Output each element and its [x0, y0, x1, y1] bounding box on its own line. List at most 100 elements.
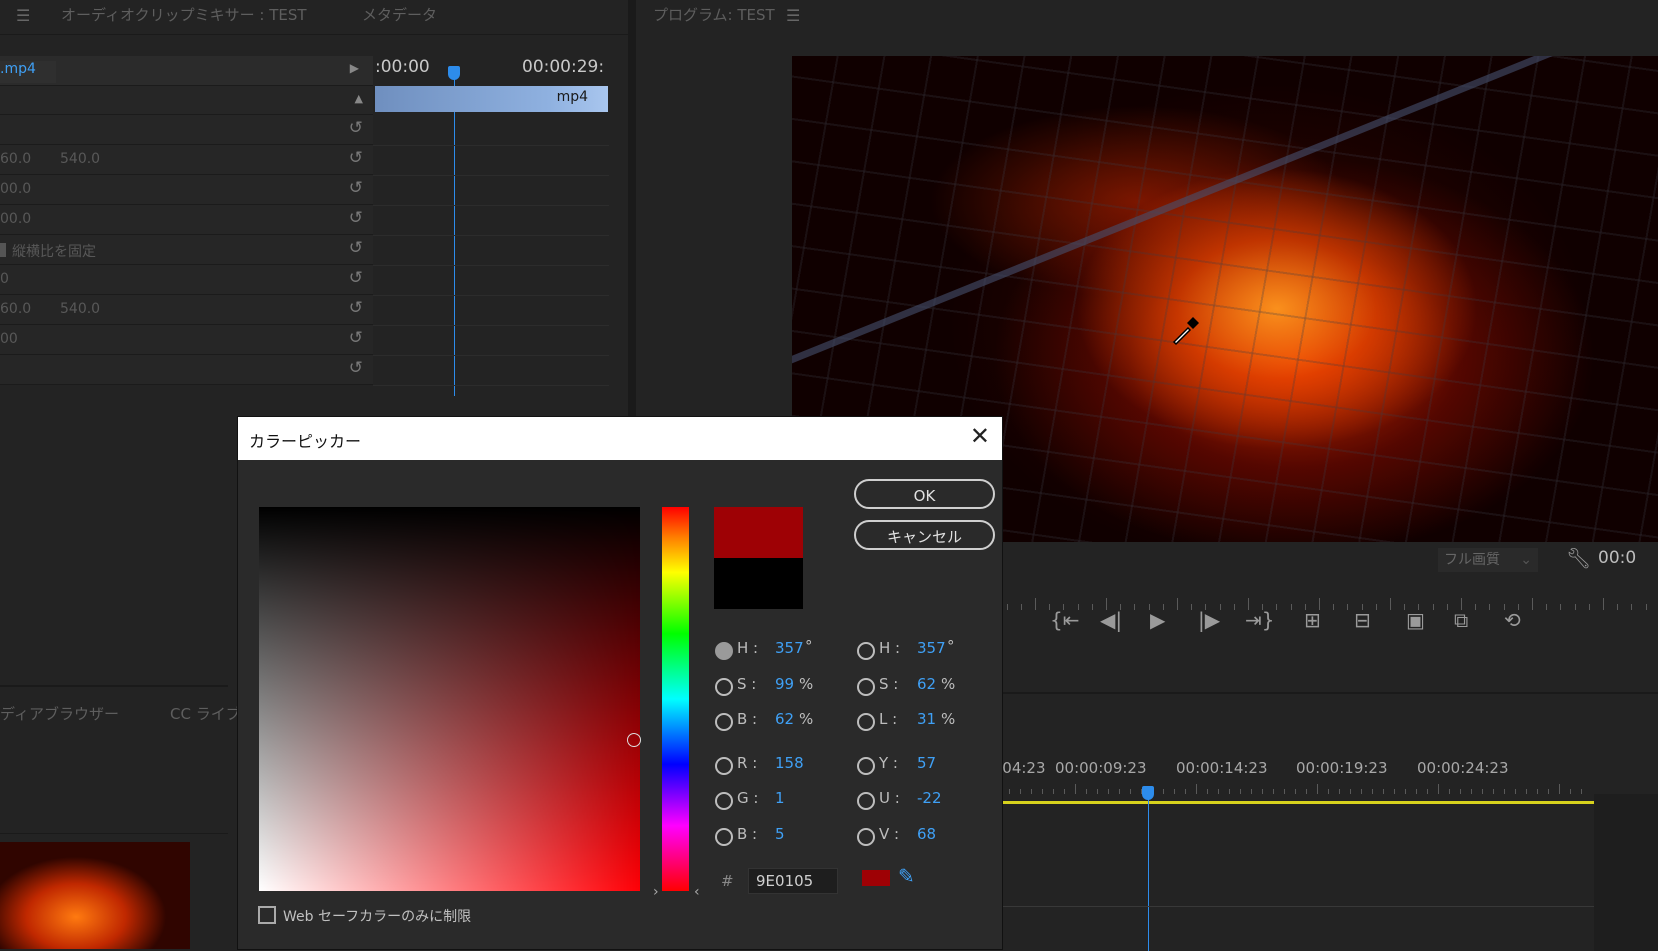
close-icon[interactable]: ✕ [970, 422, 990, 450]
ruler-tick [1035, 598, 1036, 610]
clip-name-row[interactable]: .mp4 ▶ [0, 56, 373, 86]
reset-icon[interactable]: ↺ [349, 178, 363, 198]
hsb-b-value[interactable]: 62 [775, 710, 794, 728]
hsl-s-value[interactable]: 62 [917, 675, 936, 693]
go-to-in-icon[interactable]: {⇤ [1050, 608, 1079, 632]
property-row: ↺ [0, 115, 373, 145]
property-value[interactable]: 60.0 [0, 151, 31, 167]
camera-icon[interactable]: ▣ [1406, 608, 1425, 632]
extract-icon[interactable]: ⊟ [1354, 608, 1371, 632]
web-safe-checkbox[interactable] [258, 906, 276, 924]
rgb-g-radio[interactable] [715, 792, 733, 810]
loop-icon[interactable]: ⟲ [1504, 608, 1521, 632]
yuv-y-radio[interactable] [857, 757, 875, 775]
property-value[interactable]: 0 [0, 271, 9, 287]
dialog-title-bar[interactable]: カラーピッカー ✕ [238, 417, 1002, 460]
yuv-v-value[interactable]: 68 [917, 825, 936, 843]
rgb-g-value[interactable]: 1 [775, 789, 785, 807]
lift-icon[interactable]: ⊞ [1304, 608, 1321, 632]
ruler-tick [1233, 604, 1235, 610]
yuv-y-value[interactable]: 57 [917, 754, 936, 772]
hue-slider[interactable] [662, 507, 689, 891]
panel-menu-icon[interactable]: ☰ [786, 6, 800, 25]
go-to-out-icon[interactable]: ⇥} [1245, 608, 1274, 632]
hsl-h-radio[interactable] [857, 642, 875, 660]
property-value[interactable]: 00 [0, 331, 18, 347]
yuv-u-radio[interactable] [857, 792, 875, 810]
step-back-icon[interactable]: ◀︎| [1100, 608, 1122, 632]
media-thumbnail[interactable] [0, 842, 190, 949]
ruler-tick [1130, 789, 1131, 794]
rgb-r-value[interactable]: 158 [775, 754, 804, 772]
property-row: 0 ↺ [0, 265, 373, 295]
hue-slider-left-arrow-icon[interactable]: › [653, 884, 659, 900]
effect-controls-timeline[interactable]: :00:00 00:00:29: mp4 [373, 56, 609, 396]
ruler-tick [1086, 789, 1087, 794]
reset-icon[interactable]: ↺ [349, 118, 363, 138]
rgb-r-radio[interactable] [715, 757, 733, 775]
yuv-v-radio[interactable] [857, 828, 875, 846]
clip-name[interactable]: .mp4 [0, 61, 56, 83]
hue-slider-right-arrow-icon[interactable]: ‹ [694, 884, 700, 900]
hsb-h-radio[interactable] [715, 642, 733, 660]
hsl-h-value[interactable]: 357 [917, 639, 946, 657]
hsb-b-radio[interactable] [715, 713, 733, 731]
reset-icon[interactable]: ↺ [349, 208, 363, 228]
hsb-s-label: S : [737, 675, 757, 693]
hex-input[interactable] [748, 868, 838, 894]
play-icon[interactable]: ▶︎ [1150, 608, 1165, 632]
cancel-button[interactable]: キャンセル [854, 520, 995, 550]
tab-media-browser[interactable]: ディアブラウザー [0, 703, 119, 724]
wrench-icon[interactable]: 🔧︎ [1566, 546, 1591, 570]
reset-icon[interactable]: ↺ [349, 358, 363, 378]
reset-icon[interactable]: ↺ [349, 148, 363, 168]
hsb-s-radio[interactable] [715, 678, 733, 696]
ruler-tick [1317, 784, 1318, 794]
rgb-b-value[interactable]: 5 [775, 825, 785, 843]
reset-icon[interactable]: ↺ [349, 298, 363, 318]
property-value-2[interactable]: 540.0 [60, 151, 100, 167]
color-field-cursor[interactable] [627, 733, 641, 747]
ruler-tick [1108, 789, 1109, 794]
tab-metadata[interactable]: メタデータ [362, 4, 437, 25]
clip-bar[interactable]: mp4 [375, 86, 608, 112]
property-value-2[interactable]: 540.0 [60, 301, 100, 317]
checkbox[interactable] [0, 243, 6, 257]
tab-cc-libraries[interactable]: CC ライブ [170, 703, 241, 724]
original-color-swatch[interactable] [714, 558, 803, 609]
hsl-s-radio[interactable] [857, 678, 875, 696]
ruler-tick [1645, 604, 1647, 610]
ruler-tick [1361, 789, 1362, 794]
hsl-l-value[interactable]: 31 [917, 710, 936, 728]
reset-icon[interactable]: ↺ [349, 328, 363, 348]
reset-icon[interactable]: ↺ [349, 238, 363, 258]
property-value[interactable]: 00.0 [0, 181, 31, 197]
fit-select[interactable]: フル画質 ⌄ [1438, 548, 1538, 572]
collapse-up-icon[interactable]: ▲ [355, 92, 363, 105]
property-value[interactable]: 00.0 [0, 211, 31, 227]
eyedropper-icon[interactable]: ✎ [898, 864, 915, 888]
ruler-tick [1020, 604, 1022, 610]
ruler-tick [1416, 789, 1417, 794]
rgb-b-radio[interactable] [715, 828, 733, 846]
timeline-scroll-area[interactable] [1594, 794, 1658, 951]
section-row[interactable]: ▲ [0, 86, 373, 115]
hsl-l-radio[interactable] [857, 713, 875, 731]
timeline-ruler[interactable] [954, 784, 1594, 794]
tab-audio-clip-mixer[interactable]: オーディオクリップミキサー : TEST [61, 4, 307, 25]
comparison-view-icon[interactable]: ⧉ [1454, 608, 1468, 632]
hsl-l-label: L : [879, 710, 898, 728]
hsb-h-value[interactable]: 357 [775, 639, 804, 657]
reset-icon[interactable]: ↺ [349, 268, 363, 288]
work-area-bar[interactable] [954, 801, 1594, 804]
chevron-right-icon[interactable]: ▶ [350, 61, 359, 75]
step-forward-icon[interactable]: |▶︎ [1198, 608, 1220, 632]
saturation-brightness-field[interactable] [259, 507, 641, 891]
ok-button[interactable]: OK [854, 479, 995, 509]
property-value[interactable]: 60.0 [0, 301, 31, 317]
program-monitor-title[interactable]: プログラム: TEST [653, 4, 775, 25]
hsb-s-value[interactable]: 99 [775, 675, 794, 693]
new-color-swatch [714, 507, 803, 558]
panel-menu-icon[interactable]: ☰ [16, 6, 30, 25]
yuv-u-value[interactable]: -22 [917, 789, 942, 807]
